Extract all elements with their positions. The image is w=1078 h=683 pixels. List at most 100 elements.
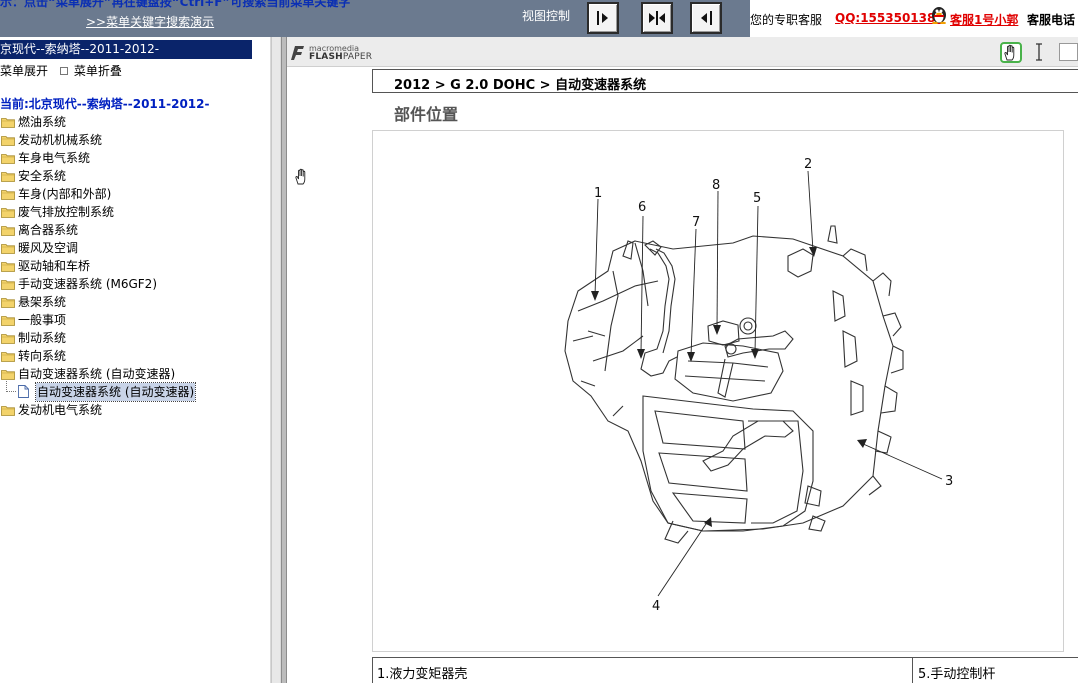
legend-divider: [912, 658, 913, 683]
logo-flashpaper: FLASHPAPER: [309, 52, 372, 62]
callout-5: 5: [753, 191, 761, 206]
document-icon: [18, 385, 29, 398]
callout-1: 1: [594, 186, 602, 201]
leader-1: [594, 198, 599, 297]
menu-folder-item[interactable]: 制动系统: [0, 329, 260, 347]
folder-icon: [1, 208, 15, 218]
menu-scrollbar[interactable]: [270, 37, 281, 683]
collapse-icon: [59, 66, 68, 75]
hint-area: 示：点击“菜单展开”再在键盘按“Ctrl+F”可搜索当前菜单关键字 >>菜单关键…: [0, 0, 510, 37]
component-diagram: 1 2 3 4 5 6 7 8: [372, 130, 1064, 652]
callout-3: 3: [945, 474, 953, 489]
menu-folder-item[interactable]: 废气排放控制系统: [0, 203, 260, 221]
service-phone-label: 客服电话: [1027, 13, 1076, 27]
view-left-pane-button[interactable]: [690, 2, 722, 34]
menu-header[interactable]: 京现代--索纳塔--2011-2012-: [0, 40, 252, 59]
menu-item-label: 暖风及空调: [18, 241, 79, 255]
viewer-toolbar: macromedia FLASHPAPER: [287, 37, 1078, 67]
top-bar: 示：点击“菜单展开”再在键盘按“Ctrl+F”可搜索当前菜单关键字 >>菜单关键…: [0, 0, 1078, 37]
menu-folder-item[interactable]: 驱动轴和车桥: [0, 257, 260, 275]
zoom-box[interactable]: [1059, 43, 1078, 61]
menu-folder-item[interactable]: 暖风及空调: [0, 239, 260, 257]
qq-penguin-icon[interactable]: [930, 4, 948, 24]
service-qq-link[interactable]: QQ:1553501388: [835, 11, 944, 25]
menu-folder-item[interactable]: 燃油系统: [0, 113, 260, 131]
menu-collapse-button[interactable]: 菜单折叠: [59, 62, 122, 79]
menu-folder-item[interactable]: 转向系统: [0, 347, 260, 365]
menu-item-label: 一般事项: [18, 313, 67, 327]
menu-scrollbar-track[interactable]: [271, 37, 280, 683]
menu-folder-item[interactable]: 自动变速器系统 (自动变速器): [0, 365, 260, 383]
text-select-icon[interactable]: [1033, 43, 1045, 61]
view-split-pane-button[interactable]: [641, 2, 673, 34]
menu-folder-item[interactable]: 车身(内部和外部): [0, 185, 260, 203]
folder-icon: [1, 334, 15, 344]
callout-8: 8: [712, 178, 720, 193]
callout-4: 4: [652, 599, 660, 614]
menu-folder-item[interactable]: 一般事项: [0, 311, 260, 329]
customer-service: 您的专职客服 QQ:1553501388 客服1号小郭 客服电话: [750, 0, 1078, 37]
callout-6: 6: [638, 200, 646, 215]
service-agent-link[interactable]: 客服1号小郭: [950, 11, 1018, 28]
menu-item-label: 安全系统: [18, 169, 67, 183]
menu-item-label: 自动变速器系统 (自动变速器): [18, 367, 176, 381]
view-right-pane-button[interactable]: [587, 2, 619, 34]
right-pane-icon: [597, 11, 608, 25]
folder-icon: [1, 172, 15, 182]
menu-item-label: 转向系统: [18, 349, 67, 363]
hand-tool-button[interactable]: [1000, 42, 1022, 63]
menu-folder-item[interactable]: 发动机电气系统: [0, 401, 260, 419]
legend-row: 1.液力变矩器壳 5.手动控制杆: [372, 657, 1078, 683]
folder-icon: [1, 118, 15, 128]
transmission-outline: [564, 225, 904, 544]
menu-folder-item[interactable]: 离合器系统: [0, 221, 260, 239]
menu-expand-label: 菜单展开: [0, 64, 49, 78]
transmission-illustration: 1 2 3 4 5 6 7 8: [564, 157, 953, 614]
menu-current-path: 当前:北京现代--索纳塔--2011-2012-: [0, 97, 210, 111]
flashpaper-logo: macromedia FLASHPAPER: [291, 44, 381, 64]
hand-tool-icon: [1004, 44, 1015, 61]
search-demo-link[interactable]: >>菜单关键字搜索演示: [86, 13, 214, 30]
tree-connector: [6, 381, 16, 392]
folder-icon: [1, 244, 15, 254]
menu-folder-item[interactable]: 悬架系统: [0, 293, 260, 311]
menu-item-label: 离合器系统: [18, 223, 79, 237]
menu-folder-item[interactable]: 车身电气系统: [0, 149, 260, 167]
folder-icon: [1, 406, 15, 416]
leader-4: [657, 520, 709, 597]
menu-item-label: 自动变速器系统 (自动变速器): [34, 382, 197, 402]
menu-item-label: 悬架系统: [18, 295, 67, 309]
document-page: 2012 > G 2.0 DOHC > 自动变速器系统 部件位置 1 2 3 4…: [372, 68, 1078, 683]
folder-icon: [1, 280, 15, 290]
folder-icon: [1, 154, 15, 164]
menu-folder-item[interactable]: 安全系统: [0, 167, 260, 185]
menu-folder-item[interactable]: 发动机机械系统: [0, 131, 260, 149]
folder-icon: [1, 136, 15, 146]
logo-paper: PAPER: [342, 52, 373, 62]
menu-item-label: 发动机电气系统: [18, 403, 103, 417]
folder-icon: [1, 226, 15, 236]
folder-icon: [1, 190, 15, 200]
left-pane-icon: [701, 11, 712, 25]
menu-doc-item[interactable]: 自动变速器系统 (自动变速器): [0, 381, 260, 402]
split-pane-icon: [649, 11, 665, 25]
menu-item-label: 废气排放控制系统: [18, 205, 115, 219]
menu-expand-button[interactable]: 菜单展开: [0, 62, 48, 79]
folder-icon: [1, 316, 15, 326]
hint-text: 示：点击“菜单展开”再在键盘按“Ctrl+F”可搜索当前菜单关键字: [0, 0, 351, 9]
hand-cursor-icon: [295, 168, 306, 185]
legend-item-5: 5.手动控制杆: [918, 667, 996, 682]
flashpaper-f-icon: [291, 46, 304, 60]
menu-item-label: 发动机机械系统: [18, 133, 103, 147]
callout-leaders: [594, 170, 943, 597]
menu-item-label: 制动系统: [18, 331, 67, 345]
callout-arrowheads: [591, 247, 867, 527]
document-title-bar: 2012 > G 2.0 DOHC > 自动变速器系统: [372, 69, 1078, 93]
view-control: 视图控制: [510, 0, 750, 37]
service-label: 您的专职客服: [750, 13, 823, 27]
page-area: 2012 > G 2.0 DOHC > 自动变速器系统 部件位置 1 2 3 4…: [287, 68, 1078, 683]
menu-item-label: 车身电气系统: [18, 151, 91, 165]
menu-item-label: 驱动轴和车桥: [18, 259, 91, 273]
menu-item-label: 手动变速器系统 (M6GF2): [18, 277, 158, 291]
menu-folder-item[interactable]: 手动变速器系统 (M6GF2): [0, 275, 260, 293]
